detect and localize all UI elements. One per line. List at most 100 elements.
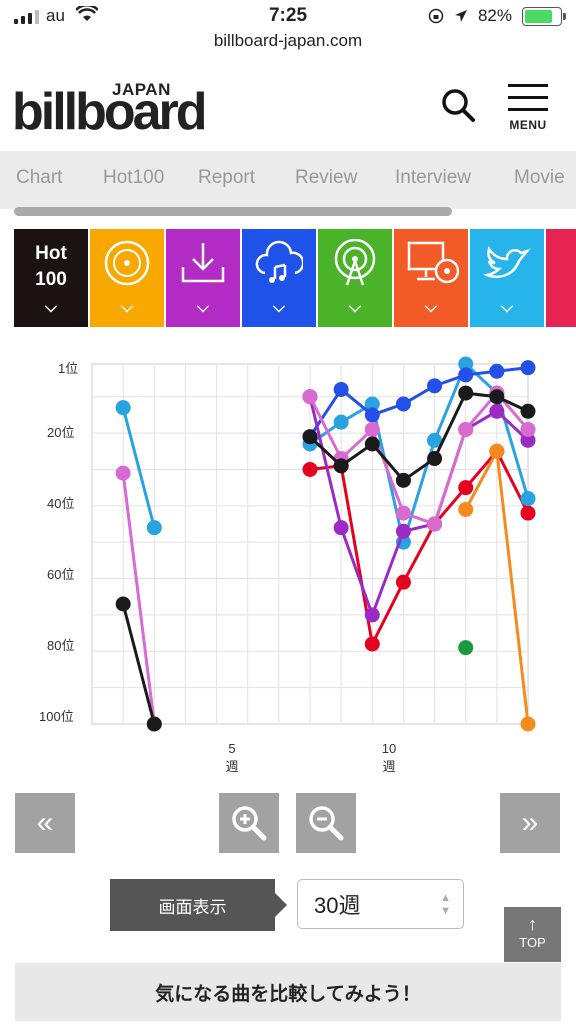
y-tick-label: 60位 [47,567,75,582]
data-point [427,451,443,467]
chart-svg [91,356,536,732]
data-point [520,360,536,376]
data-point [458,367,474,383]
billboard-logo[interactable]: billboard [12,82,208,142]
x-tick-label: 5週 [220,740,244,776]
data-point [458,385,474,401]
next-arrows: » [521,806,539,839]
chevron-down-icon: ⌵ [424,299,438,316]
battery-percent: 82% [477,6,512,25]
horizontal-scrollbar[interactable] [14,207,452,216]
x-tick-unit: 週 [382,759,396,774]
data-point [364,607,380,623]
chevron-down-icon: ⌵ [196,299,210,316]
data-point [115,400,131,416]
chart-category-tiles: Hot 100 ⌵ ⌵ ⌵ ⌵ ⌵ ⌵ ⌵ [14,229,576,327]
pc-cd-icon [407,241,459,284]
data-point [489,389,505,405]
data-point [427,378,443,394]
tile-twitter[interactable]: ⌵ [470,229,544,327]
download-icon [181,243,225,283]
menu-button[interactable]: MENU [508,84,548,132]
tab-chart[interactable]: Chart [16,167,62,189]
chevron-down-icon: ⌵ [500,299,514,316]
tile-lookup[interactable]: ⌵ [394,229,468,327]
data-point [333,414,349,430]
tile-extra[interactable] [546,229,576,327]
zoom-out-icon [309,806,344,841]
data-point [395,574,411,590]
tile-radio[interactable]: ⌵ [318,229,392,327]
cloud-music-icon [255,240,303,283]
y-tick-label: 80位 [47,638,75,653]
data-point [520,421,536,437]
y-tick-label: 20位 [47,425,75,440]
hot100-line2: 100 [35,269,67,290]
data-point [520,505,536,521]
x-tick-unit: 週 [225,759,239,774]
data-point [115,596,131,612]
data-point [489,403,505,419]
x-tick-label: 10 週 [377,740,401,776]
back-to-top-button[interactable]: ↑ TOP [504,907,561,962]
data-point [333,381,349,397]
compare-songs-button[interactable]: 気になる曲を比較してみよう！ [15,963,561,1021]
tab-interview[interactable]: Interview [395,167,471,189]
prev-period-button[interactable]: « [15,793,75,853]
tab-hot100[interactable]: Hot100 [103,167,164,189]
display-label: 画面表示 [110,879,287,931]
data-point [115,465,131,481]
data-point [364,636,380,652]
url-bar[interactable]: billboard-japan.com [0,31,576,51]
rotation-lock-icon [428,8,444,24]
status-bar: au 7:25 82% billboard-japan.com [0,0,576,60]
data-point [458,421,474,437]
data-point [520,403,536,419]
tile-hot100[interactable]: Hot 100 ⌵ [14,229,88,327]
select-arrows-icon: ▲ ▼ [440,892,451,917]
data-point [458,501,474,517]
data-point [395,396,411,412]
tab-movie[interactable]: Movie [514,167,565,189]
hot100-line1: Hot [35,243,67,264]
tile-download[interactable]: ⌵ [166,229,240,327]
data-point [458,480,474,496]
y-tick-label: 1位 [58,361,79,376]
next-period-button[interactable]: » [500,793,560,853]
zoom-out-button[interactable] [296,793,356,853]
data-point [395,523,411,539]
tab-review[interactable]: Review [295,167,357,189]
data-point [395,505,411,521]
data-point [333,520,349,536]
arrow-up-icon: ↑ [528,914,537,934]
data-point [302,389,318,405]
tab-report[interactable]: Report [198,167,255,189]
data-point [333,458,349,474]
data-point [364,407,380,423]
data-point [427,516,443,532]
data-point [146,716,162,732]
chevron-down-icon: ⌵ [348,299,362,316]
location-icon [454,10,467,22]
menu-label: MENU [509,118,547,132]
chevron-down-icon: ⌵ [44,299,58,316]
data-point [489,363,505,379]
data-point [302,461,318,477]
data-point [489,443,505,459]
data-point [520,716,536,732]
search-icon[interactable] [440,86,476,126]
data-point [458,640,474,656]
data-point [395,472,411,488]
data-point [364,436,380,452]
weeks-select[interactable]: 30週 ▲ ▼ [297,879,464,929]
battery-icon [522,6,566,26]
y-tick-label: 40位 [47,496,75,511]
tile-streaming[interactable]: ⌵ [242,229,316,327]
top-label: TOP [519,935,546,950]
data-point [364,421,380,437]
chevron-down-icon: ⌵ [272,299,286,316]
tile-cd-sales[interactable]: ⌵ [90,229,164,327]
x-tick-week: 10 [381,741,397,756]
zoom-in-button[interactable] [219,793,279,853]
cd-icon [104,240,150,286]
